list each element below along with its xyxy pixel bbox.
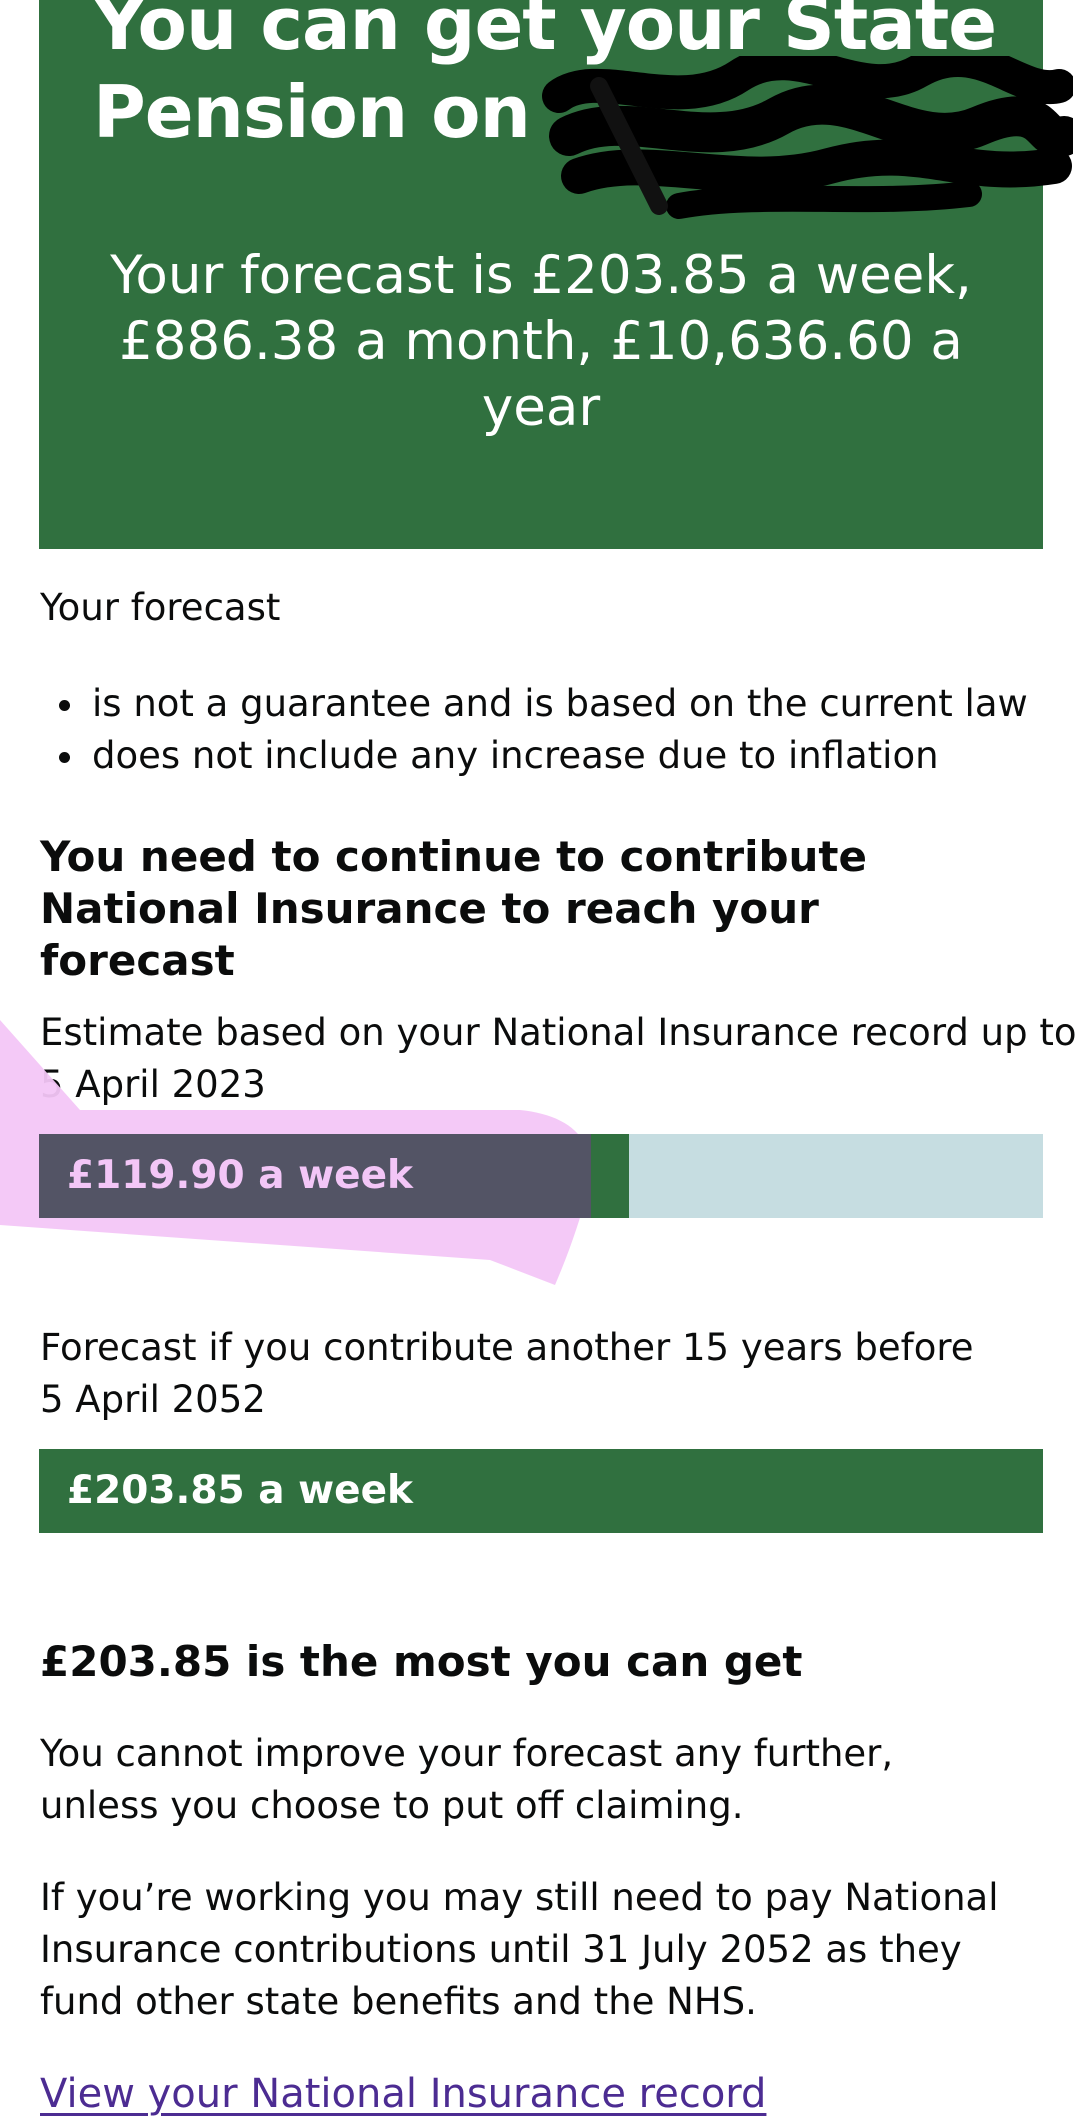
projected-bar-label: £203.85 a week [67, 1468, 413, 1513]
projected-bar: £203.85 a week [39, 1449, 1043, 1533]
forecast-caveats-list: is not a guarantee and is based on the c… [40, 678, 1028, 782]
list-item: does not include any increase due to inf… [40, 730, 1028, 782]
estimate-label-date: 5 April 2023 [40, 1063, 266, 1106]
estimate-label-line1: Estimate based on your National Insuranc… [40, 1011, 1077, 1054]
projected-label: Forecast if you contribute another 15 ye… [40, 1322, 974, 1426]
redaction-scribble [542, 56, 1073, 219]
max-heading: £203.85 is the most you can get [40, 1637, 803, 1686]
list-item: is not a guarantee and is based on the c… [40, 678, 1028, 730]
view-ni-record-link[interactable]: View your National Insurance record [40, 2068, 766, 2120]
estimate-label: Estimate based on your National Insuranc… [40, 1007, 1076, 1111]
projected-label-line1: Forecast if you contribute another 15 ye… [40, 1326, 974, 1369]
projected-label-date: 5 April 2052 [40, 1378, 266, 1421]
max-paragraph-1: You cannot improve your forecast any fur… [40, 1732, 894, 1827]
state-pension-summary-panel: You can get your State Pension on Your f… [39, 0, 1073, 549]
max-paragraph-2: If you’re working you may still need to … [40, 1876, 999, 2023]
forecast-amounts: Your forecast is £203.85 a week, £886.38… [110, 245, 972, 438]
estimate-bar-label-highlighted: £119.90 a week [67, 1153, 413, 1198]
contribute-heading: You need to continue to contribute Natio… [40, 832, 867, 985]
forecast-intro: Your forecast [40, 586, 281, 629]
